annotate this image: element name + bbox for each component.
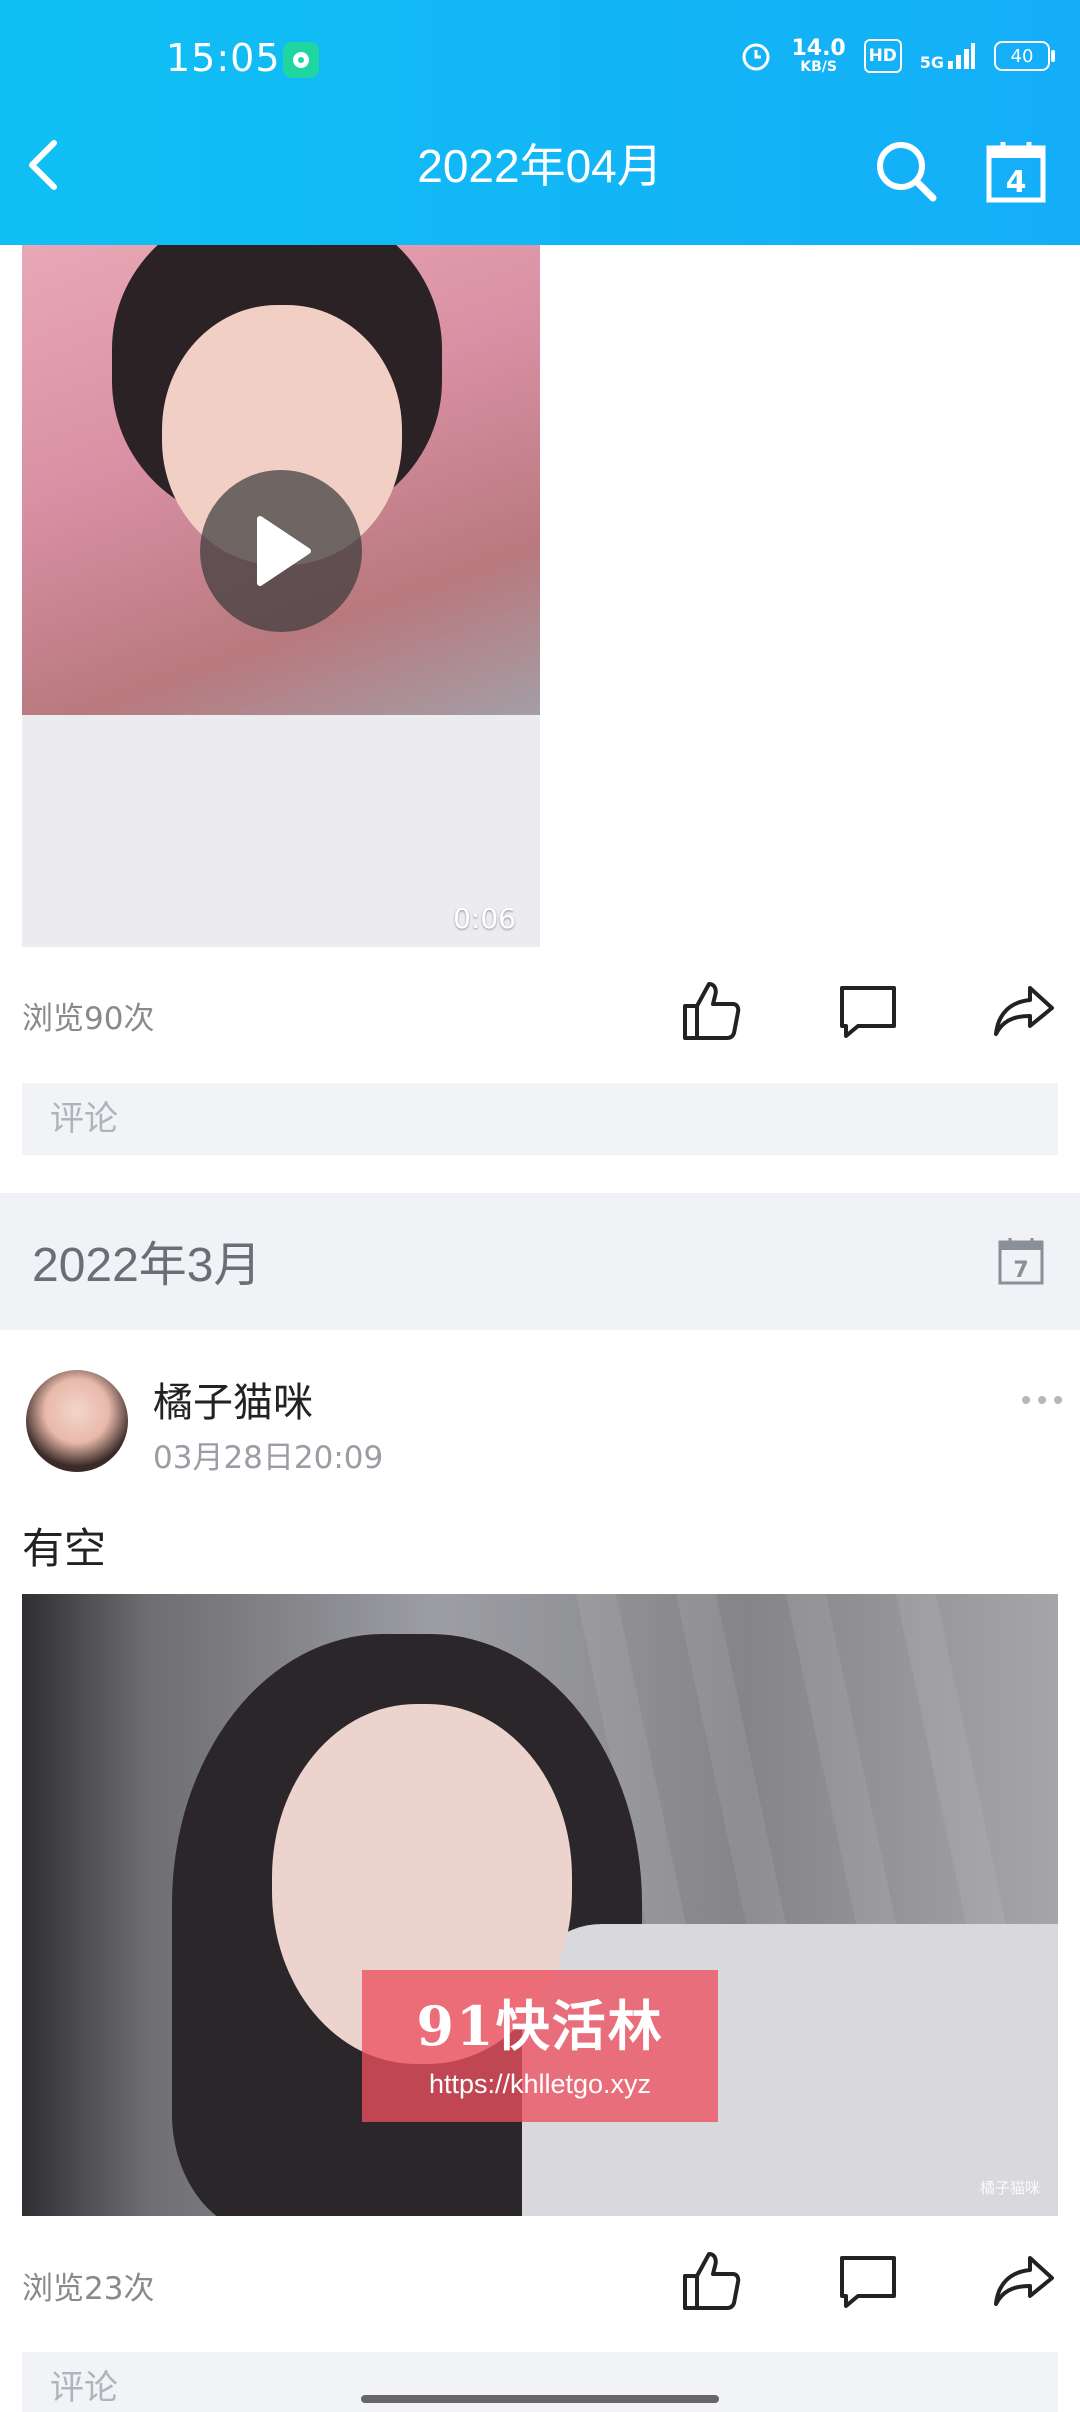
post-photo[interactable]: 91快活林 https://khlletgo.xyz 橘子猫咪 [22,1594,1058,2216]
home-indicator[interactable] [361,2395,719,2403]
video-thumbnail[interactable]: 0:06 [22,245,540,947]
thumbs-up-icon [683,2252,741,2310]
video-duration: 0:06 [453,902,516,935]
watermark: 91快活林 https://khlletgo.xyz [362,1970,718,2122]
notification-icon [283,42,319,78]
like-button[interactable] [679,2248,743,2312]
network-speed: 14.0 KB/S [791,36,846,75]
moments-page: 15:05 14.0 KB/S HD 5G 40 2022年04月 4 0:06… [0,0,1080,2412]
status-time: 15:05 [166,36,281,80]
alarm-icon [742,43,770,71]
status-icons: 14.0 KB/S HD 5G 40 [739,36,1055,75]
view-count: 浏览90次 [22,1001,155,1037]
app-header: 15:05 14.0 KB/S HD 5G 40 2022年04月 4 [0,0,1080,245]
section-title: 2022年3月 [32,1239,262,1292]
view-count: 浏览23次 [22,2271,155,2307]
search-button[interactable] [873,138,939,204]
comment-icon [840,986,896,1038]
thumbs-up-icon [683,982,741,1040]
hd-badge: HD [863,39,902,73]
signal-icon: 5G [920,41,976,71]
more-icon [1022,1396,1062,1404]
calendar-button[interactable]: 4 [985,138,1047,204]
svg-text:7: 7 [1013,1258,1028,1283]
svg-text:4: 4 [1006,165,1027,200]
post-caption: 有空 [22,1524,107,1573]
like-button[interactable] [679,978,743,1042]
photo-credit: 橘子猫咪 [979,2179,1040,2197]
comment-button[interactable] [836,978,900,1042]
watermark-brand: 91快活林 [416,1994,664,2058]
comment-button[interactable] [836,2248,900,2312]
share-icon [994,986,1054,1036]
comment-input[interactable]: 评论 [22,1083,1058,1155]
share-button[interactable] [992,2248,1056,2312]
comment-input[interactable]: 评论 [22,2352,1058,2412]
month-section-header: 2022年3月 7 [0,1193,1080,1330]
battery-icon: 40 [994,41,1055,71]
post-time: 03月28日20:09 [153,1440,384,1476]
author-name[interactable]: 橘子猫咪 [153,1370,313,1428]
share-icon [994,2256,1054,2306]
more-options-button[interactable] [1020,1390,1064,1410]
author-avatar[interactable] [26,1370,128,1472]
play-button[interactable] [200,470,362,632]
watermark-url: https://khlletgo.xyz [428,2069,652,2099]
share-button[interactable] [992,978,1056,1042]
comment-icon [840,2256,896,2308]
section-calendar-icon[interactable]: 7 [997,1236,1045,1286]
